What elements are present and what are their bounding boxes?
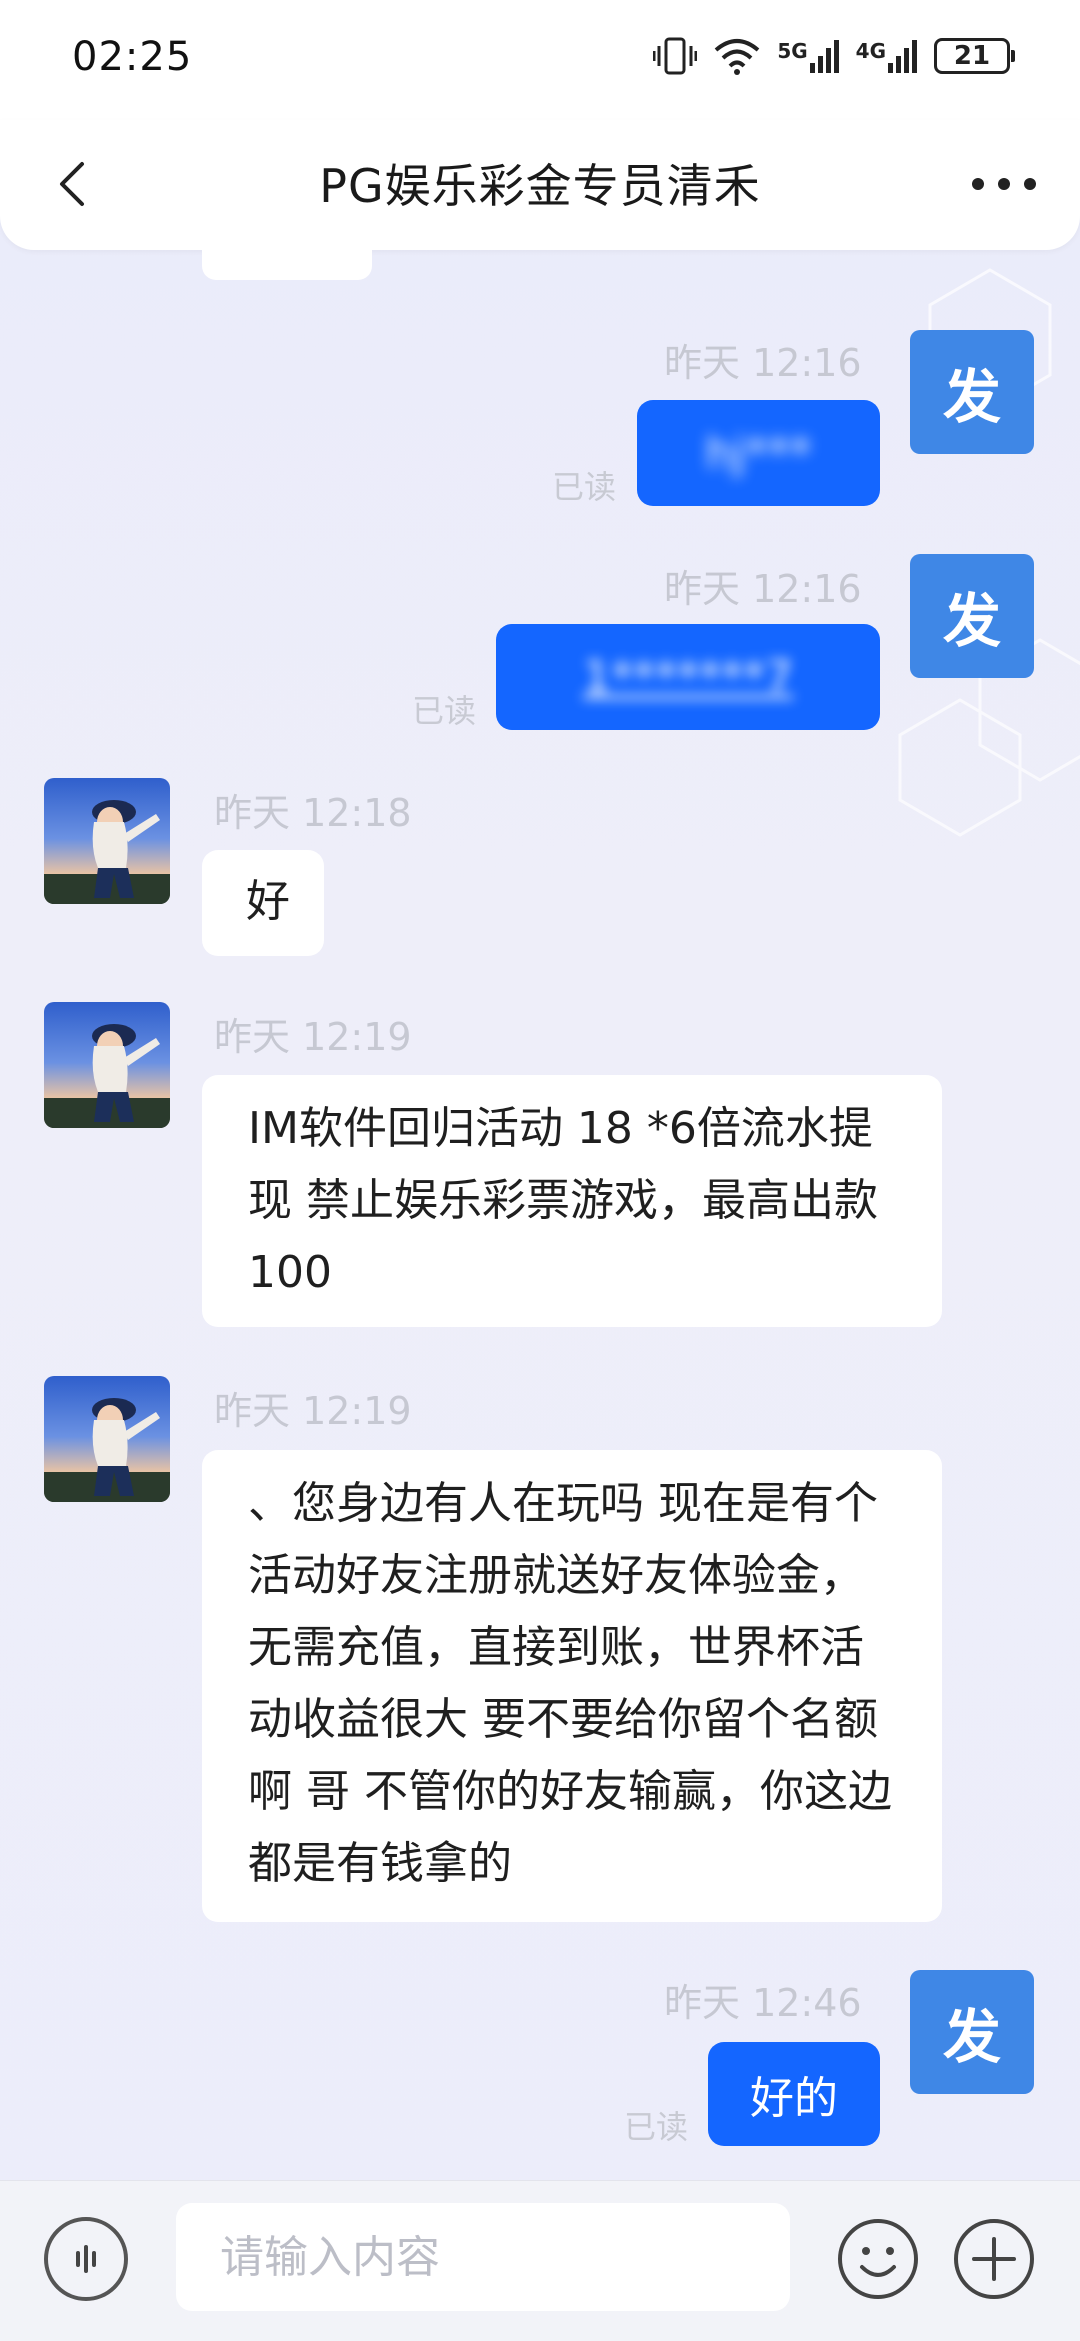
message-bubble-out[interactable]: hj*** (637, 400, 880, 506)
partial-message-bubble (202, 250, 372, 280)
more-dot-icon (972, 178, 984, 190)
message-time: 昨天 12:46 (664, 1981, 862, 2025)
more-dot-icon (998, 178, 1010, 190)
message-time: 昨天 12:19 (214, 1389, 412, 1433)
battery-level: 21 (953, 41, 991, 71)
chat-header: PG娱乐彩金专员清禾 (0, 120, 1080, 250)
contact-avatar-photo (44, 800, 170, 904)
message-bubble-in[interactable]: IM软件回归活动 18 *6倍流水提现 禁止娱乐彩票游戏，最高出款100 (202, 1075, 942, 1327)
contact-avatar[interactable] (44, 778, 170, 904)
message-text: IM软件回归活动 18 *6倍流水提现 禁止娱乐彩票游戏，最高出款100 (248, 1103, 878, 1298)
message-bubble-in[interactable]: 好 (202, 850, 324, 956)
message-time: 昨天 12:19 (214, 1015, 412, 1059)
signal-5g-icon: 5G (777, 39, 839, 73)
emoji-button[interactable] (836, 2217, 920, 2301)
read-status: 已读 (412, 692, 477, 730)
plus-icon (954, 2219, 1034, 2299)
signal-4g-icon: 4G (856, 39, 918, 73)
more-actions-button[interactable] (952, 2217, 1036, 2301)
status-time: 02:25 (72, 34, 193, 80)
message-bubble-in[interactable]: 、您身边有人在玩吗 现在是有个活动好友注册就送好友体验金，无需充值，直接到账，世… (202, 1450, 942, 1922)
signal-5g-label: 5G (777, 39, 808, 63)
message-list[interactable]: 昨天 12:16 发 已读 hj*** 昨天 12:16 发 已读 1*****… (0, 250, 1080, 2180)
chat-title: PG娱乐彩金专员清禾 (319, 159, 761, 213)
message-text: 好 (246, 876, 290, 927)
message-time: 昨天 12:18 (214, 791, 412, 835)
message-input[interactable] (176, 2203, 790, 2311)
status-icons: 5G 4G 21 (653, 36, 1015, 76)
my-avatar[interactable]: 发 (910, 1970, 1034, 2094)
message-text: hj*** (705, 427, 812, 479)
more-options-button[interactable] (972, 156, 1036, 212)
emoji-icon (838, 2219, 918, 2299)
my-avatar[interactable]: 发 (910, 554, 1034, 678)
message-bubble-out[interactable]: 1*******7 (496, 624, 880, 730)
status-bar: 02:25 5G 4G 21 (0, 0, 1080, 120)
contact-avatar[interactable] (44, 1376, 170, 1502)
contact-avatar-photo (44, 1398, 170, 1502)
read-status: 已读 (624, 2108, 689, 2146)
message-text: 1*******7 (583, 651, 793, 703)
wifi-icon (715, 39, 760, 75)
message-bubble-out[interactable]: 好的 (708, 2042, 880, 2146)
contact-avatar-photo (44, 1024, 170, 1128)
message-text: 好的 (750, 2073, 838, 2124)
read-status: 已读 (552, 468, 617, 506)
battery-icon: 21 (934, 38, 1015, 74)
voice-input-button[interactable] (44, 2217, 128, 2301)
input-bar (0, 2180, 1080, 2341)
contact-avatar[interactable] (44, 1002, 170, 1128)
message-time: 昨天 12:16 (664, 567, 862, 611)
my-avatar[interactable]: 发 (910, 330, 1034, 454)
message-text: 、您身边有人在玩吗 现在是有个活动好友注册就送好友体验金，无需充值，直接到账，世… (248, 1478, 892, 1889)
message-time: 昨天 12:16 (664, 341, 862, 385)
signal-4g-label: 4G (855, 39, 886, 63)
vibrate-icon (653, 37, 698, 75)
voice-wave-icon (76, 2245, 96, 2273)
more-dot-icon (1024, 178, 1036, 190)
